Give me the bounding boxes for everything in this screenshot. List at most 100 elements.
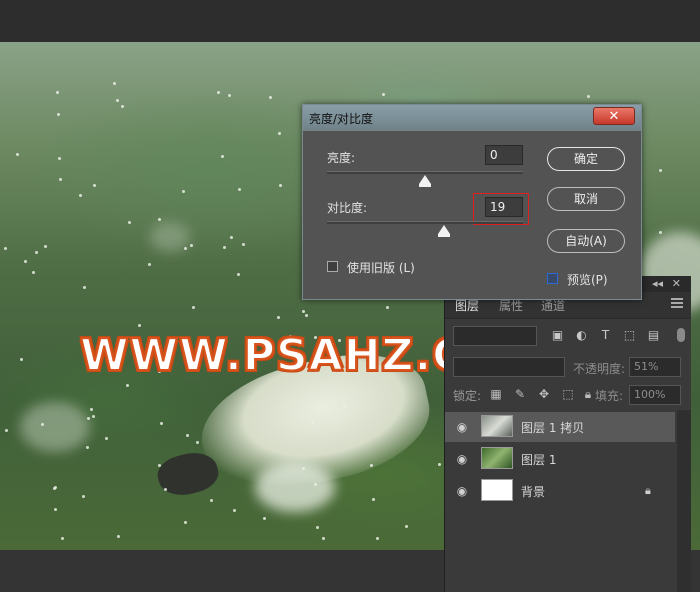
preview-checkbox[interactable] — [547, 273, 558, 284]
flower-speck — [263, 517, 266, 520]
flower-speck — [158, 464, 161, 467]
flower-speck — [35, 251, 38, 254]
flower-speck — [376, 537, 379, 540]
layer-thumbnail — [481, 447, 513, 469]
flower-speck — [79, 194, 82, 197]
flower-speck — [20, 358, 23, 361]
dialog-body: 亮度: 0 对比度: 19 使用旧版 (L) 确定 取消 自动(A) 预览(P) — [307, 131, 637, 297]
cancel-button[interactable]: 取消 — [547, 187, 625, 211]
flower-speck — [438, 463, 441, 466]
flower-speck — [186, 434, 189, 437]
close-button[interactable]: ✕ — [593, 107, 635, 125]
flower-speck — [82, 495, 85, 498]
brightness-slider-track[interactable] — [327, 171, 523, 174]
lock-transparency-icon[interactable]: ▦ — [489, 387, 503, 401]
flower-speck — [405, 525, 408, 528]
blend-mode-select[interactable] — [453, 357, 565, 377]
filter-toggle[interactable] — [677, 328, 685, 342]
flower-speck — [121, 105, 124, 108]
photo-blur-flower — [255, 462, 335, 512]
flower-speck — [24, 260, 27, 263]
flower-speck — [4, 247, 7, 250]
layers-scrollbar[interactable] — [677, 410, 691, 592]
flower-speck — [138, 324, 141, 327]
brightness-slider-knob[interactable] — [419, 175, 431, 187]
flower-speck — [158, 218, 161, 221]
flower-speck — [93, 184, 96, 187]
brightness-input[interactable]: 0 — [485, 145, 523, 165]
options-bar — [0, 0, 700, 42]
contrast-slider-track[interactable] — [327, 221, 523, 224]
flower-speck — [659, 169, 662, 172]
layer-row[interactable]: ◉ 图层 1 拷贝 — [445, 412, 675, 442]
collapse-icon[interactable]: ◂◂ — [652, 277, 663, 290]
smart-object-filter-icon[interactable]: ▤ — [647, 329, 660, 342]
flower-speck — [184, 521, 187, 524]
flower-speck — [228, 94, 231, 97]
lock-row: 锁定: ▦ ✎ ✥ ⬚ 🔒︎ 填充: 100% — [445, 382, 691, 408]
flower-speck — [184, 247, 187, 250]
flower-speck — [58, 157, 61, 160]
auto-button[interactable]: 自动(A) — [547, 229, 625, 253]
opacity-label: 不透明度: — [573, 362, 626, 376]
flower-speck — [314, 483, 317, 486]
use-legacy-checkbox[interactable] — [327, 261, 338, 272]
opacity-input[interactable]: 51% — [629, 357, 681, 377]
flower-speck — [223, 246, 226, 249]
flower-speck — [370, 464, 373, 467]
eye-icon[interactable]: ◉ — [455, 452, 469, 466]
flower-speck — [192, 306, 195, 309]
flower-speck — [277, 316, 280, 319]
lock-icon: 🔒︎ — [645, 484, 651, 497]
shape-filter-icon[interactable]: ⬚ — [623, 329, 636, 342]
flower-speck — [302, 310, 305, 313]
flower-speck — [210, 499, 213, 502]
layers-panel: ◂◂ ✕ 图层 属性 通道 ▣ ◐ T ⬚ ▤ 不透明度: 51% 锁定: ▦ … — [444, 276, 691, 592]
flower-speck — [217, 91, 220, 94]
flower-speck — [659, 231, 662, 234]
eye-icon[interactable]: ◉ — [455, 420, 469, 434]
adjustment-filter-icon[interactable]: ◐ — [575, 329, 588, 342]
lock-position-icon[interactable]: ✥ — [537, 387, 551, 401]
flower-speck — [230, 236, 233, 239]
layer-row[interactable]: ◉ 背景 🔒︎ — [445, 476, 675, 506]
fill-input[interactable]: 100% — [629, 385, 681, 405]
flower-speck — [83, 286, 86, 289]
flower-speck — [116, 99, 119, 102]
lock-label: 锁定: — [453, 389, 482, 403]
flower-speck — [372, 498, 375, 501]
flower-speck — [279, 184, 282, 187]
panel-close-icon[interactable]: ✕ — [672, 277, 681, 290]
type-filter-icon[interactable]: T — [599, 329, 612, 342]
photo-blur-flower — [20, 402, 90, 452]
flower-speck — [160, 422, 163, 425]
brightness-contrast-dialog: 亮度/对比度 ✕ 亮度: 0 对比度: 19 使用旧版 (L) 确定 取消 自动… — [302, 104, 642, 300]
flower-speck — [322, 537, 325, 540]
flower-speck — [311, 421, 314, 424]
lock-artboard-icon[interactable]: ⬚ — [561, 387, 575, 401]
flower-speck — [221, 155, 224, 158]
flower-speck — [59, 178, 62, 181]
layer-row[interactable]: ◉ 图层 1 — [445, 444, 675, 474]
flower-speck — [242, 243, 245, 246]
flower-speck — [41, 423, 44, 426]
layer-thumbnail — [481, 415, 513, 437]
lock-pixels-icon[interactable]: ✎ — [513, 387, 527, 401]
eye-icon[interactable]: ◉ — [455, 484, 469, 498]
flower-speck — [302, 467, 305, 470]
ok-button[interactable]: 确定 — [547, 147, 625, 171]
panel-menu-icon[interactable] — [671, 298, 683, 308]
flower-speck — [587, 95, 590, 98]
dialog-titlebar[interactable]: 亮度/对比度 ✕ — [303, 105, 641, 131]
contrast-slider-knob[interactable] — [437, 225, 450, 237]
lock-all-icon[interactable]: 🔒︎ — [581, 387, 595, 401]
flower-speck — [126, 384, 129, 387]
flower-speck — [32, 271, 35, 274]
flower-speck — [90, 408, 93, 411]
image-filter-icon[interactable]: ▣ — [551, 329, 564, 342]
flower-speck — [128, 221, 131, 224]
dialog-title: 亮度/对比度 — [309, 112, 374, 126]
layer-kind-select[interactable] — [453, 326, 537, 346]
flower-speck — [105, 437, 108, 440]
flower-speck — [56, 91, 59, 94]
